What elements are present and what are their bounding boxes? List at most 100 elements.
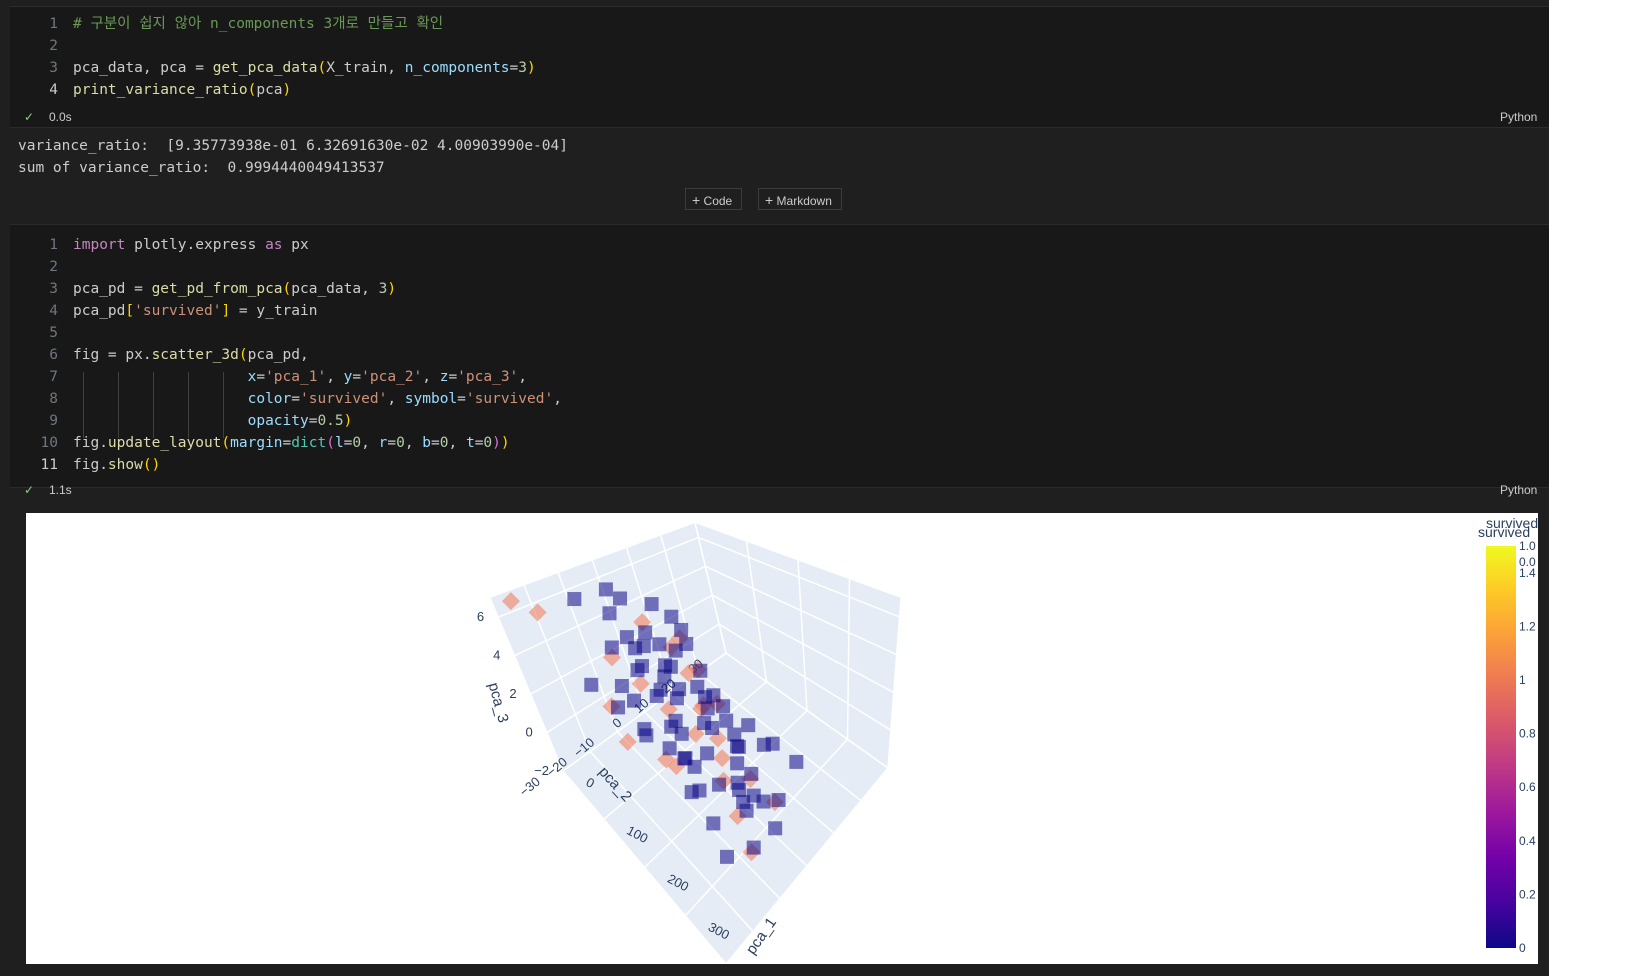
code-token: pca_data, bbox=[291, 281, 379, 297]
data-point-square bbox=[741, 718, 756, 733]
data-point-square bbox=[771, 793, 786, 808]
data-point-square bbox=[731, 739, 746, 754]
code-token: , bbox=[518, 369, 528, 385]
line-number: 7 bbox=[49, 369, 58, 385]
data-point-square bbox=[649, 688, 664, 703]
plus-icon: + bbox=[692, 192, 701, 208]
cell-2-code[interactable]: 1 import plotly.express as px 2 3 pca_pd = g… bbox=[10, 234, 1510, 482]
plot-svg[interactable]: 0100200300400−30−20−100102030−20246pca_1… bbox=[26, 513, 1538, 964]
code-token: = bbox=[448, 369, 458, 385]
data-point-square bbox=[613, 591, 628, 606]
data-point-square bbox=[584, 677, 599, 692]
code-token: import bbox=[73, 237, 126, 253]
line-number: 10 bbox=[40, 435, 58, 451]
code-line[interactable]: 1 # 구분이 쉽지 않아 n_components 3개로 만들고 확인 bbox=[10, 13, 1510, 35]
line-number: 1 bbox=[49, 16, 58, 32]
code-token: = y_train bbox=[230, 303, 318, 319]
legend-tick-label: 1.0 bbox=[1519, 539, 1536, 553]
add-markdown-label: Markdown bbox=[776, 194, 832, 208]
code-token: dict bbox=[291, 435, 327, 451]
code-line[interactable]: 3 pca_pd = get_pd_from_pca(pca_data, 3) bbox=[10, 278, 1510, 300]
code-line[interactable]: 10 fig.update_layout(margin=dict(l=0, r=0… bbox=[10, 432, 1510, 454]
data-point-square bbox=[672, 682, 687, 697]
colorbar-tick-label: 0.6 bbox=[1519, 780, 1536, 794]
line-number: 3 bbox=[49, 60, 58, 76]
data-point-square bbox=[598, 582, 613, 597]
code-line[interactable]: 2 bbox=[10, 256, 1510, 278]
code-line[interactable]: 7 x='pca_1', y='pca_2', z='pca_3', bbox=[10, 366, 1510, 388]
code-token: 0 bbox=[483, 435, 493, 451]
code-line[interactable]: 2 bbox=[10, 35, 1510, 57]
check-icon: ✓ bbox=[24, 483, 35, 497]
data-point-square bbox=[765, 736, 780, 751]
data-point-square bbox=[730, 756, 745, 771]
data-point-square bbox=[604, 640, 619, 655]
data-point-square bbox=[706, 816, 721, 831]
code-token: plotly.express bbox=[125, 237, 266, 253]
data-point-square bbox=[690, 679, 705, 694]
code-token: [ bbox=[125, 303, 135, 319]
code-line[interactable]: 3 pca_data, pca = get_pca_data(X_train, n… bbox=[10, 57, 1510, 79]
data-point-square bbox=[664, 609, 679, 624]
code-token: = bbox=[256, 369, 266, 385]
code-token: ) bbox=[387, 281, 397, 297]
code-cell-1[interactable]: 1 # 구분이 쉽지 않아 n_components 3개로 만들고 확인 2 3 pc… bbox=[10, 6, 1549, 128]
code-line[interactable]: 1 import plotly.express as px bbox=[10, 234, 1510, 256]
data-point-square bbox=[700, 701, 715, 716]
code-token: pca bbox=[256, 82, 283, 98]
code-token: 0.5 bbox=[317, 413, 344, 429]
line-number: 11 bbox=[40, 457, 58, 473]
code-token: symbol bbox=[404, 391, 458, 407]
colorbar-tick-label: 0.2 bbox=[1519, 887, 1536, 901]
code-token: scatter_3d bbox=[151, 347, 239, 363]
code-token: ] bbox=[221, 303, 231, 319]
cell-1-code[interactable]: 1 # 구분이 쉽지 않아 n_components 3개로 만들고 확인 2 3 pc… bbox=[10, 13, 1510, 113]
add-code-button[interactable]: + Code bbox=[685, 188, 742, 210]
code-token: 0 bbox=[396, 435, 405, 451]
colorbar-tick-label: 0 bbox=[1519, 941, 1526, 955]
code-token: pca_pd bbox=[73, 303, 126, 319]
code-token: , bbox=[326, 369, 344, 385]
output-line: sum of variance_ratio: 0.999444004941353… bbox=[18, 160, 385, 176]
code-token: , bbox=[448, 435, 466, 451]
line-number: 2 bbox=[49, 259, 58, 275]
code-line[interactable]: 9 opacity=0.5) bbox=[10, 410, 1510, 432]
cell-1-status: ✓ 0.0s bbox=[22, 107, 222, 127]
data-point-square bbox=[744, 766, 759, 781]
code-token: print_variance_ratio bbox=[73, 82, 248, 98]
data-point-square bbox=[692, 783, 707, 798]
code-token: b bbox=[422, 435, 432, 451]
data-point-square bbox=[614, 678, 629, 693]
code-token: as bbox=[265, 237, 283, 253]
add-markdown-button[interactable]: + Markdown bbox=[758, 188, 842, 210]
code-token: 'survived' bbox=[300, 391, 388, 407]
z-tick-label: 0 bbox=[526, 725, 533, 740]
code-token: = bbox=[509, 60, 519, 76]
code-cell-2[interactable]: 1 import plotly.express as px 2 3 pca_pd = g… bbox=[10, 224, 1549, 488]
plotly-3d-scatter[interactable]: 0100200300400−30−20−100102030−20246pca_1… bbox=[26, 513, 1538, 964]
legend-tick-label: 0.0 bbox=[1519, 555, 1536, 569]
code-line[interactable]: 6 fig = px.scatter_3d(pca_pd, bbox=[10, 344, 1510, 366]
code-line[interactable]: 8 color='survived', symbol='survived', bbox=[10, 388, 1510, 410]
indent-guide bbox=[118, 372, 119, 438]
add-code-label: Code bbox=[703, 194, 733, 208]
code-token: () bbox=[142, 457, 161, 473]
code-token: 3 bbox=[518, 60, 527, 76]
cell-1-output: variance_ratio: [9.35773938e-01 6.326916… bbox=[0, 135, 1549, 183]
code-line[interactable]: 5 bbox=[10, 322, 1510, 344]
code-token: n_components bbox=[404, 60, 510, 76]
code-line[interactable]: 4 print_variance_ratio(pca) bbox=[10, 79, 1510, 101]
cell-2-language[interactable]: Python bbox=[1500, 483, 1537, 497]
code-token: fig. bbox=[73, 457, 108, 473]
code-token: ( bbox=[282, 281, 292, 297]
colorbar-tick-label: 1.2 bbox=[1519, 619, 1536, 633]
code-text: color='survived', symbol='survived', bbox=[73, 388, 562, 410]
code-token: color bbox=[247, 391, 292, 407]
line-number: 8 bbox=[49, 391, 58, 407]
code-line[interactable]: 11 fig.show() bbox=[10, 454, 1510, 476]
cell-1-language[interactable]: Python bbox=[1500, 110, 1537, 124]
z-tick-label: 4 bbox=[493, 648, 500, 663]
code-token: # 구분이 쉽지 않아 n_components 3개로 만들고 확인 bbox=[73, 16, 444, 32]
code-token: = bbox=[457, 391, 466, 407]
code-line[interactable]: 4 pca_pd['survived'] = y_train bbox=[10, 300, 1510, 322]
